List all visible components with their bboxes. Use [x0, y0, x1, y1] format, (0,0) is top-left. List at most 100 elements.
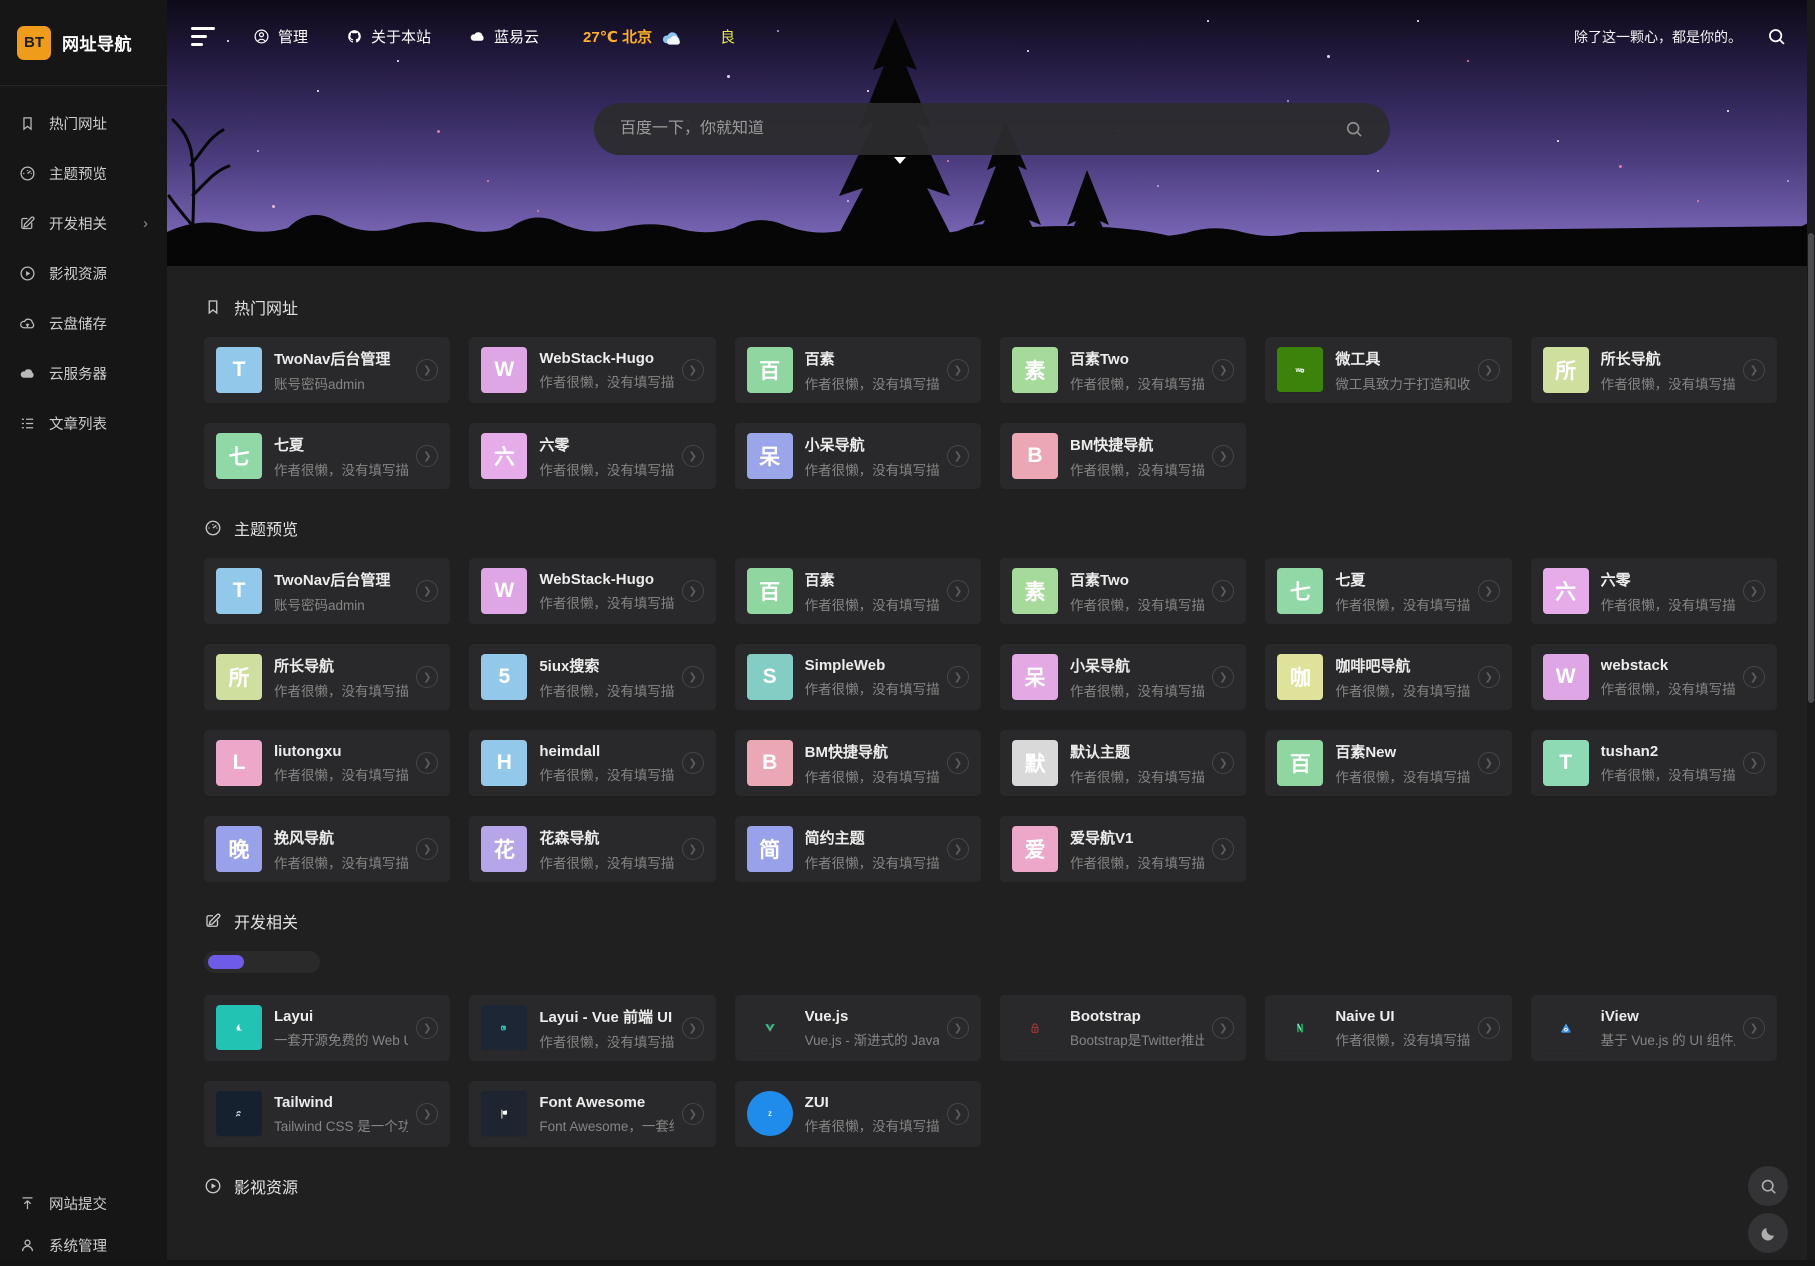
site-card-baisu-two[interactable]: 素 百素Two 作者很懒，没有填写描述。 — [1000, 558, 1246, 624]
search-input[interactable] — [620, 120, 1344, 138]
site-title: webstack — [1601, 657, 1735, 674]
dev-tab[interactable] — [244, 955, 280, 969]
dark-mode-fab-button[interactable] — [1748, 1213, 1788, 1253]
site-card-iview[interactable]: iView 基于 Vue.js 的 UI 组件库，... — [1531, 995, 1777, 1061]
site-desc: 作者很懒，没有填写描述。 — [539, 764, 673, 784]
chevron-right-icon — [1478, 1017, 1500, 1039]
topbar-item-admin[interactable]: 管理 — [253, 26, 308, 47]
site-card-vuejs[interactable]: Vue.js Vue.js - 渐进式的 JavaScri... — [735, 995, 981, 1061]
section-movies: 影视资源 — [204, 1174, 1777, 1198]
site-card-layui[interactable]: Layui 一套开源免费的 Web UI 组... — [204, 995, 450, 1061]
section-title: 开发相关 — [234, 909, 298, 933]
site-icon: 百 — [1277, 740, 1323, 786]
search-icon[interactable] — [1344, 119, 1364, 139]
site-card-5iux[interactable]: 5 5iux搜索 作者很懒，没有填写描述。 — [469, 644, 715, 710]
site-title: iView — [1601, 1008, 1735, 1025]
sidebar-item-article-list[interactable]: 文章列表 — [0, 398, 167, 448]
site-card-layui-vue[interactable]: Layui - Vue 前端 UI 框架 作者很懒，没有填写描述。 — [469, 995, 715, 1061]
site-card-bootstrap[interactable]: Bootstrap Bootstrap是Twitter推出的... — [1000, 995, 1246, 1061]
search-bar — [594, 103, 1390, 155]
theme-preview-grid: T TwoNav后台管理 账号密码admin W WebStack-Hugo 作… — [204, 558, 1777, 882]
site-card-naive-ui[interactable]: Naive UI 作者很懒，没有填写描述。 — [1265, 995, 1511, 1061]
site-title: WebStack-Hugo — [539, 350, 673, 367]
site-card-baisu-new[interactable]: 百 百素New 作者很懒，没有填写描述。 — [1265, 730, 1511, 796]
app-logo[interactable]: BT 网址导航 — [0, 0, 167, 86]
zui-logo: Z — [747, 1091, 793, 1137]
sidebar-item-movies[interactable]: 影视资源 — [0, 248, 167, 298]
site-card-xiaodai[interactable]: 呆 小呆导航 作者很懒，没有填写描述。 — [735, 423, 981, 489]
site-icon: 六 — [481, 433, 527, 479]
site-icon: 爱 — [1012, 826, 1058, 872]
site-card-twonav[interactable]: T TwoNav后台管理 账号密码admin — [204, 337, 450, 403]
site-card-baisu[interactable]: 百 百素 作者很懒，没有填写描述。 — [735, 337, 981, 403]
site-card-webstack-hugo[interactable]: W WebStack-Hugo 作者很懒，没有填写描述。 — [469, 337, 715, 403]
site-card-huasen[interactable]: 花 花森导航 作者很懒，没有填写描述。 — [469, 816, 715, 882]
sidebar-item-hot-sites[interactable]: 热门网址 — [0, 98, 167, 148]
site-desc: 作者很懒，没有填写描述。 — [539, 680, 673, 700]
site-title: 所长导航 — [1601, 348, 1735, 369]
gauge-icon — [19, 165, 36, 182]
chevron-right-icon — [1212, 666, 1234, 688]
site-card-simpleweb[interactable]: S SimpleWeb 作者很懒，没有填写描述。 — [735, 644, 981, 710]
chevron-right-icon — [1212, 580, 1234, 602]
site-card-suozhang[interactable]: 所 所长导航 作者很懒，没有填写描述。 — [1531, 337, 1777, 403]
sidebar-item-site-submit[interactable]: 网站提交 — [0, 1182, 167, 1224]
sidebar-item-label: 开发相关 — [49, 213, 107, 234]
site-title: 挽风导航 — [274, 827, 408, 848]
site-icon: 花 — [481, 826, 527, 872]
chevron-right-icon — [416, 666, 438, 688]
site-icon: 呆 — [1012, 654, 1058, 700]
site-card-heimdall[interactable]: H heimdall 作者很懒，没有填写描述。 — [469, 730, 715, 796]
site-card-fontawesome[interactable]: Font Awesome Font Awesome，一套绝佳... — [469, 1081, 715, 1147]
site-card-bm[interactable]: B BM快捷导航 作者很懒，没有填写描述。 — [735, 730, 981, 796]
site-icon: 呆 — [747, 433, 793, 479]
chevron-right-icon — [682, 666, 704, 688]
site-card-bm[interactable]: B BM快捷导航 作者很懒，没有填写描述。 — [1000, 423, 1246, 489]
hamburger-menu-icon[interactable] — [191, 27, 217, 46]
site-desc: 作者很懒，没有填写描述。 — [1070, 594, 1204, 614]
scrollbar-thumb[interactable] — [1808, 233, 1814, 703]
site-card-default-theme[interactable]: 默 默认主题 作者很懒，没有填写描述。 — [1000, 730, 1246, 796]
dev-tab[interactable] — [208, 955, 244, 969]
site-card-qixia[interactable]: 七 七夏 作者很懒，没有填写描述。 — [1265, 558, 1511, 624]
site-title: Vue.js — [805, 1008, 939, 1025]
topbar-item-about[interactable]: 关于本站 — [346, 26, 431, 47]
site-title: 5iux搜索 — [539, 655, 673, 676]
search-fab-button[interactable] — [1748, 1166, 1788, 1206]
site-card-baisu[interactable]: 百 百素 作者很懒，没有填写描述。 — [735, 558, 981, 624]
site-card-xiaodai[interactable]: 呆 小呆导航 作者很懒，没有填写描述。 — [1000, 644, 1246, 710]
site-card-tushan2[interactable]: T tushan2 作者很懒，没有填写描述。 — [1531, 730, 1777, 796]
site-desc: 微工具致力于打造和收集各... — [1335, 373, 1469, 393]
site-title: ZUI — [805, 1094, 939, 1111]
site-card-aidaohang[interactable]: 爱 爱导航V1 作者很懒，没有填写描述。 — [1000, 816, 1246, 882]
site-card-zui[interactable]: Z ZUI 作者很懒，没有填写描述。 — [735, 1081, 981, 1147]
site-title: 七夏 — [274, 434, 408, 455]
site-title: 默认主题 — [1070, 741, 1204, 762]
topbar-item-lanyiyun[interactable]: 蓝易云 — [469, 26, 539, 47]
sidebar-item-dev-related[interactable]: 开发相关 › — [0, 198, 167, 248]
site-card-webstack[interactable]: W webstack 作者很懒，没有填写描述。 — [1531, 644, 1777, 710]
site-card-kafeiba[interactable]: 咖 咖啡吧导航 作者很懒，没有填写描述。 — [1265, 644, 1511, 710]
site-icon: B — [747, 740, 793, 786]
site-icon: 简 — [747, 826, 793, 872]
site-desc: 作者很懒，没有填写描述。 — [274, 680, 408, 700]
site-card-liuling[interactable]: 六 六零 作者很懒，没有填写描述。 — [1531, 558, 1777, 624]
sidebar-item-cloud-server[interactable]: 云服务器 — [0, 348, 167, 398]
site-icon: 5 — [481, 654, 527, 700]
edit-icon — [19, 215, 36, 232]
dev-tab[interactable] — [280, 955, 316, 969]
site-card-baisu-two[interactable]: 素 百素Two 作者很懒，没有填写描述。 — [1000, 337, 1246, 403]
site-card-jianyue[interactable]: 简 简约主题 作者很懒，没有填写描述。 — [735, 816, 981, 882]
site-card-tailwind[interactable]: Tailwind Tailwind CSS 是一个功能类... — [204, 1081, 450, 1147]
search-icon[interactable] — [1766, 26, 1787, 47]
site-card-webstack-hugo[interactable]: W WebStack-Hugo 作者很懒，没有填写描述。 — [469, 558, 715, 624]
site-card-qixia[interactable]: 七 七夏 作者很懒，没有填写描述。 — [204, 423, 450, 489]
sidebar-item-theme-preview[interactable]: 主题预览 — [0, 148, 167, 198]
site-card-liuling[interactable]: 六 六零 作者很懒，没有填写描述。 — [469, 423, 715, 489]
site-card-suozhang[interactable]: 所 所长导航 作者很懒，没有填写描述。 — [204, 644, 450, 710]
site-card-twonav[interactable]: T TwoNav后台管理 账号密码admin — [204, 558, 450, 624]
site-card-weitool[interactable]: W 微工具 微工具致力于打造和收集各... — [1265, 337, 1511, 403]
site-card-wanfeng[interactable]: 晚 挽风导航 作者很懒，没有填写描述。 — [204, 816, 450, 882]
site-card-liutongxu[interactable]: L liutongxu 作者很懒，没有填写描述。 — [204, 730, 450, 796]
sidebar-item-cloud-storage[interactable]: 云盘储存 — [0, 298, 167, 348]
